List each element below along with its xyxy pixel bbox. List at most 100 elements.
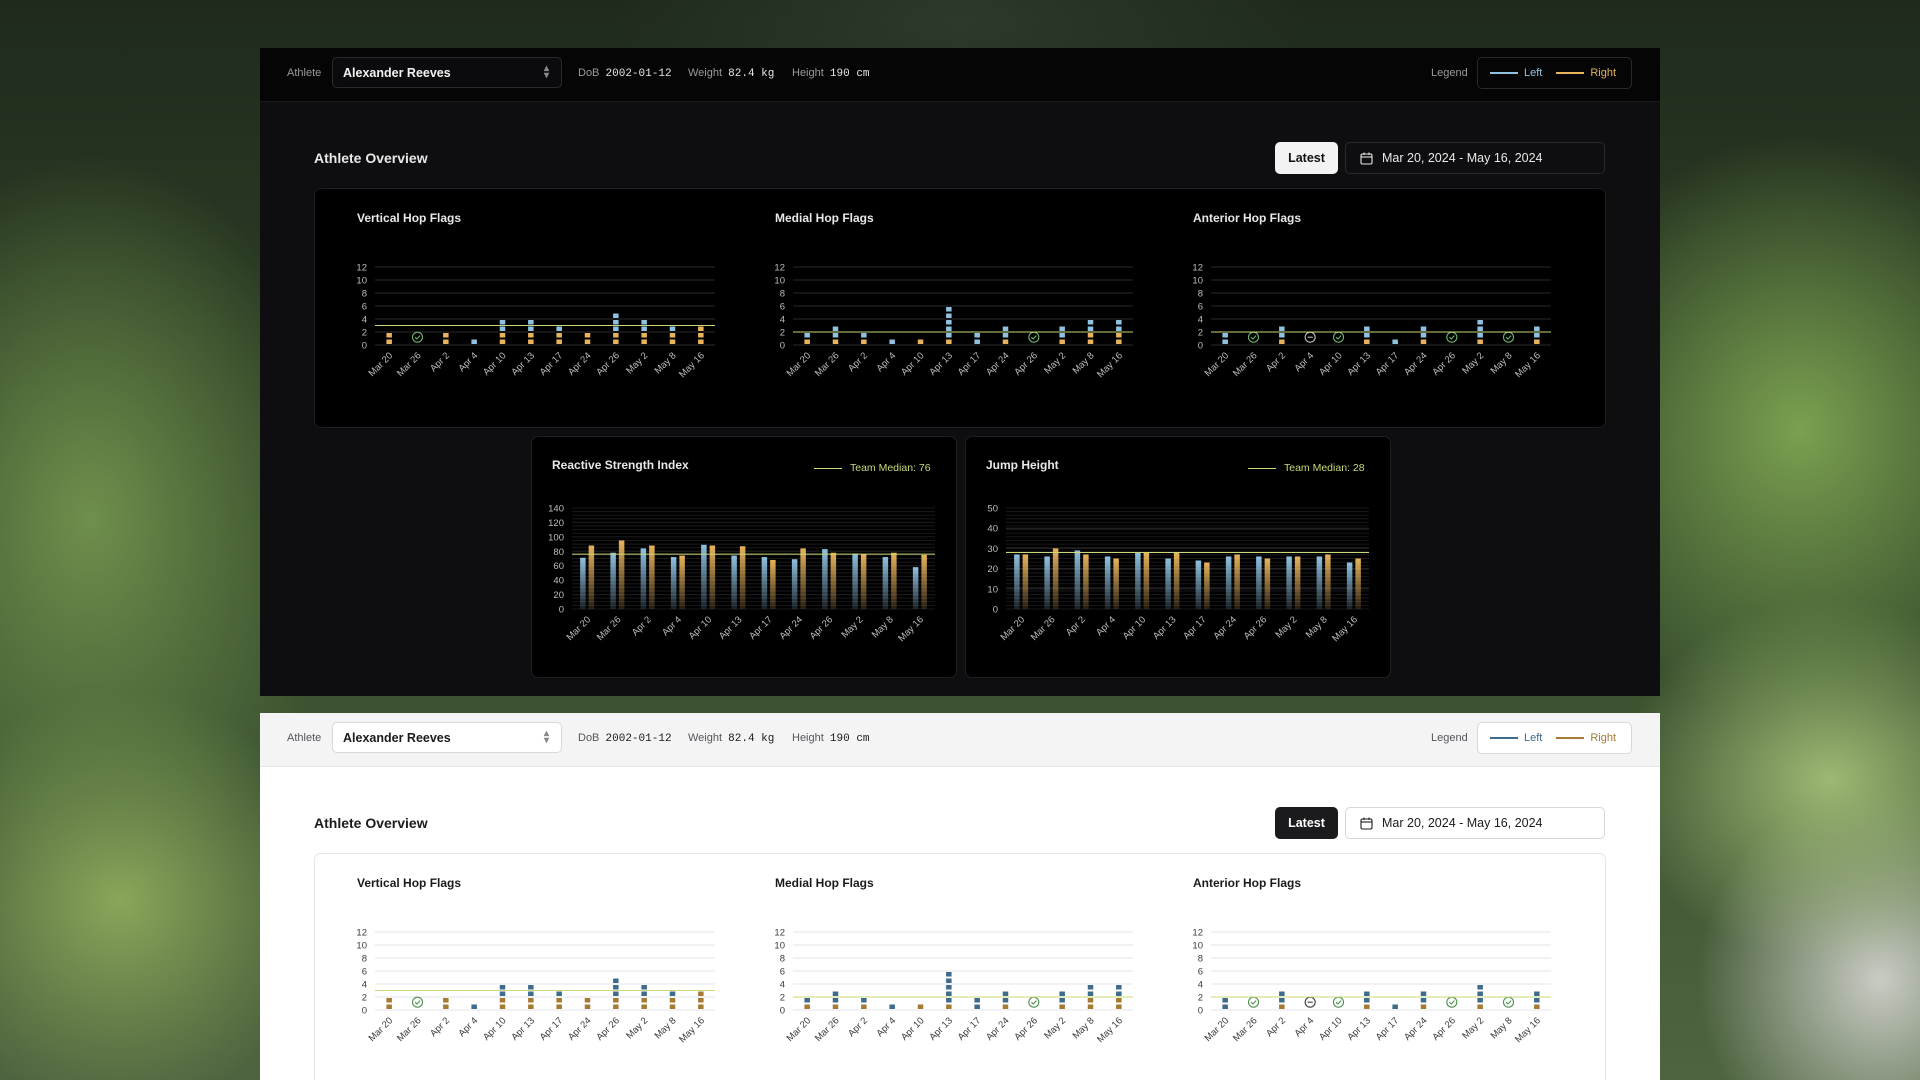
flag-right [1477, 339, 1483, 344]
flag-left [1222, 339, 1228, 344]
athlete-select[interactable]: Alexander Reeves ▴ ▾ [332, 722, 562, 753]
flag-right [443, 1004, 449, 1009]
flag-left [669, 991, 676, 996]
x-tick-label: May 2 [1460, 350, 1486, 376]
anterior-hop-title: Anterior Hop Flags [1193, 876, 1302, 890]
x-tick-label: May 2 [1460, 1015, 1486, 1041]
x-tick-label: Mar 26 [813, 1015, 842, 1044]
check-circle-icon [1446, 331, 1458, 343]
flag-right [804, 339, 810, 344]
flag-left [528, 985, 534, 990]
x-tick-label: May 16 [677, 350, 707, 380]
x-tick-label: Apr 13 [509, 1015, 537, 1043]
rsi-chart: 0 20 40 60 80 100 120 140 Mar 20 Mar 26 Apr 2 Apr 4… [548, 504, 935, 644]
y-tick-label: 4 [1198, 315, 1203, 326]
athlete-select[interactable]: Alexander Reeves ▴ ▾ [332, 57, 562, 88]
bar-right [1204, 562, 1210, 609]
anterior-hop-title: Anterior Hop Flags [1193, 211, 1302, 225]
date-range-picker[interactable]: Mar 20, 2024 - May 16, 2024 [1345, 142, 1605, 174]
flag-right [1420, 1004, 1427, 1009]
y-tick-label: 0 [993, 605, 998, 616]
flag-left [1087, 985, 1094, 990]
check-circle-icon [1247, 331, 1260, 343]
legend-right-label: Right [1590, 67, 1617, 79]
legend-left-swatch [1490, 72, 1518, 74]
legend-right-swatch [1556, 72, 1585, 74]
flag-left [1116, 326, 1122, 331]
x-tick-label: Apr 4 [660, 614, 684, 638]
flag-left [1477, 326, 1483, 331]
flag-right [1116, 333, 1122, 338]
flag-left [1222, 998, 1228, 1003]
flag-right [584, 333, 591, 338]
x-tick-label: Apr 26 [1012, 1015, 1040, 1043]
flag-right [443, 339, 449, 344]
flag-right [804, 1004, 810, 1009]
bar-right [588, 545, 595, 609]
flag-left [1002, 333, 1009, 338]
vertical-hop-title: Vertical Hop Flags [357, 211, 462, 225]
y-tick-label: 8 [1198, 954, 1203, 965]
x-tick-label: Apr 4 [1094, 614, 1118, 638]
date-range-text: Mar 20, 2024 - May 16, 2024 [1382, 151, 1543, 165]
y-tick-label: 12 [774, 928, 785, 939]
flag-left [669, 326, 676, 331]
y-tick-label: 50 [987, 504, 998, 515]
flag-left [804, 333, 810, 338]
x-tick-label: Apr 17 [538, 350, 566, 378]
bar-right [1083, 554, 1089, 609]
latest-button[interactable]: Latest [1275, 142, 1338, 174]
flag-right [669, 339, 676, 344]
x-tick-label: May 8 [653, 1015, 679, 1041]
y-tick-label: 6 [780, 302, 785, 313]
y-tick-label: 40 [987, 524, 998, 535]
check-circle-icon [1247, 996, 1260, 1008]
bar-right [1143, 552, 1150, 609]
x-tick-label: Apr 2 [1064, 614, 1088, 638]
date-range-text: Mar 20, 2024 - May 16, 2024 [1382, 816, 1543, 830]
x-tick-label: Apr 10 [687, 614, 715, 642]
x-tick-label: Apr 4 [1292, 350, 1316, 374]
flag-right [698, 1004, 704, 1009]
flag-right [861, 339, 867, 344]
flag-right [528, 339, 534, 344]
flag-right [946, 1004, 952, 1009]
flag-left [832, 991, 839, 996]
flag-right [1279, 1004, 1285, 1009]
x-tick-label: Mar 26 [595, 614, 624, 643]
flag-left [946, 333, 952, 338]
flag-left [1534, 998, 1540, 1003]
bar-left [882, 557, 889, 609]
medial-hop-title: Medial Hop Flags [775, 876, 874, 890]
flag-right [698, 333, 704, 338]
y-tick-label: 30 [987, 544, 998, 555]
flag-right [1116, 339, 1122, 344]
y-tick-label: 0 [1198, 341, 1203, 352]
flag-left [861, 998, 867, 1003]
x-tick-label: Apr 17 [956, 350, 984, 378]
x-tick-label: May 2 [1042, 1015, 1068, 1041]
flag-left [1477, 985, 1483, 990]
y-tick-label: 4 [780, 980, 785, 991]
flag-left [1477, 998, 1483, 1003]
x-tick-label: Apr 2 [630, 614, 654, 638]
flag-right [1002, 339, 1009, 344]
bar-left [822, 549, 828, 609]
flag-left [641, 985, 647, 990]
flag-left [832, 333, 839, 338]
y-tick-label: 120 [548, 518, 564, 529]
bar-right [1022, 554, 1029, 609]
bar-right [1355, 558, 1361, 609]
date-range-picker[interactable]: Mar 20, 2024 - May 16, 2024 [1345, 807, 1605, 839]
x-tick-label: Mar 20 [785, 350, 814, 379]
y-tick-label: 6 [362, 967, 367, 978]
weight-value: 82.4 kg [728, 68, 775, 80]
light-theme-panel: Athlete Alexander Reeves ▴ ▾ DoB 2002-01-… [260, 713, 1660, 1080]
flag-left [1222, 333, 1228, 338]
check-mark [1250, 1000, 1257, 1005]
y-tick-label: 6 [1198, 967, 1203, 978]
y-tick-label: 80 [553, 547, 564, 558]
chevron-updown-icon: ▴ ▾ [543, 728, 549, 746]
flag-right [1534, 1004, 1540, 1009]
latest-button[interactable]: Latest [1275, 807, 1338, 839]
